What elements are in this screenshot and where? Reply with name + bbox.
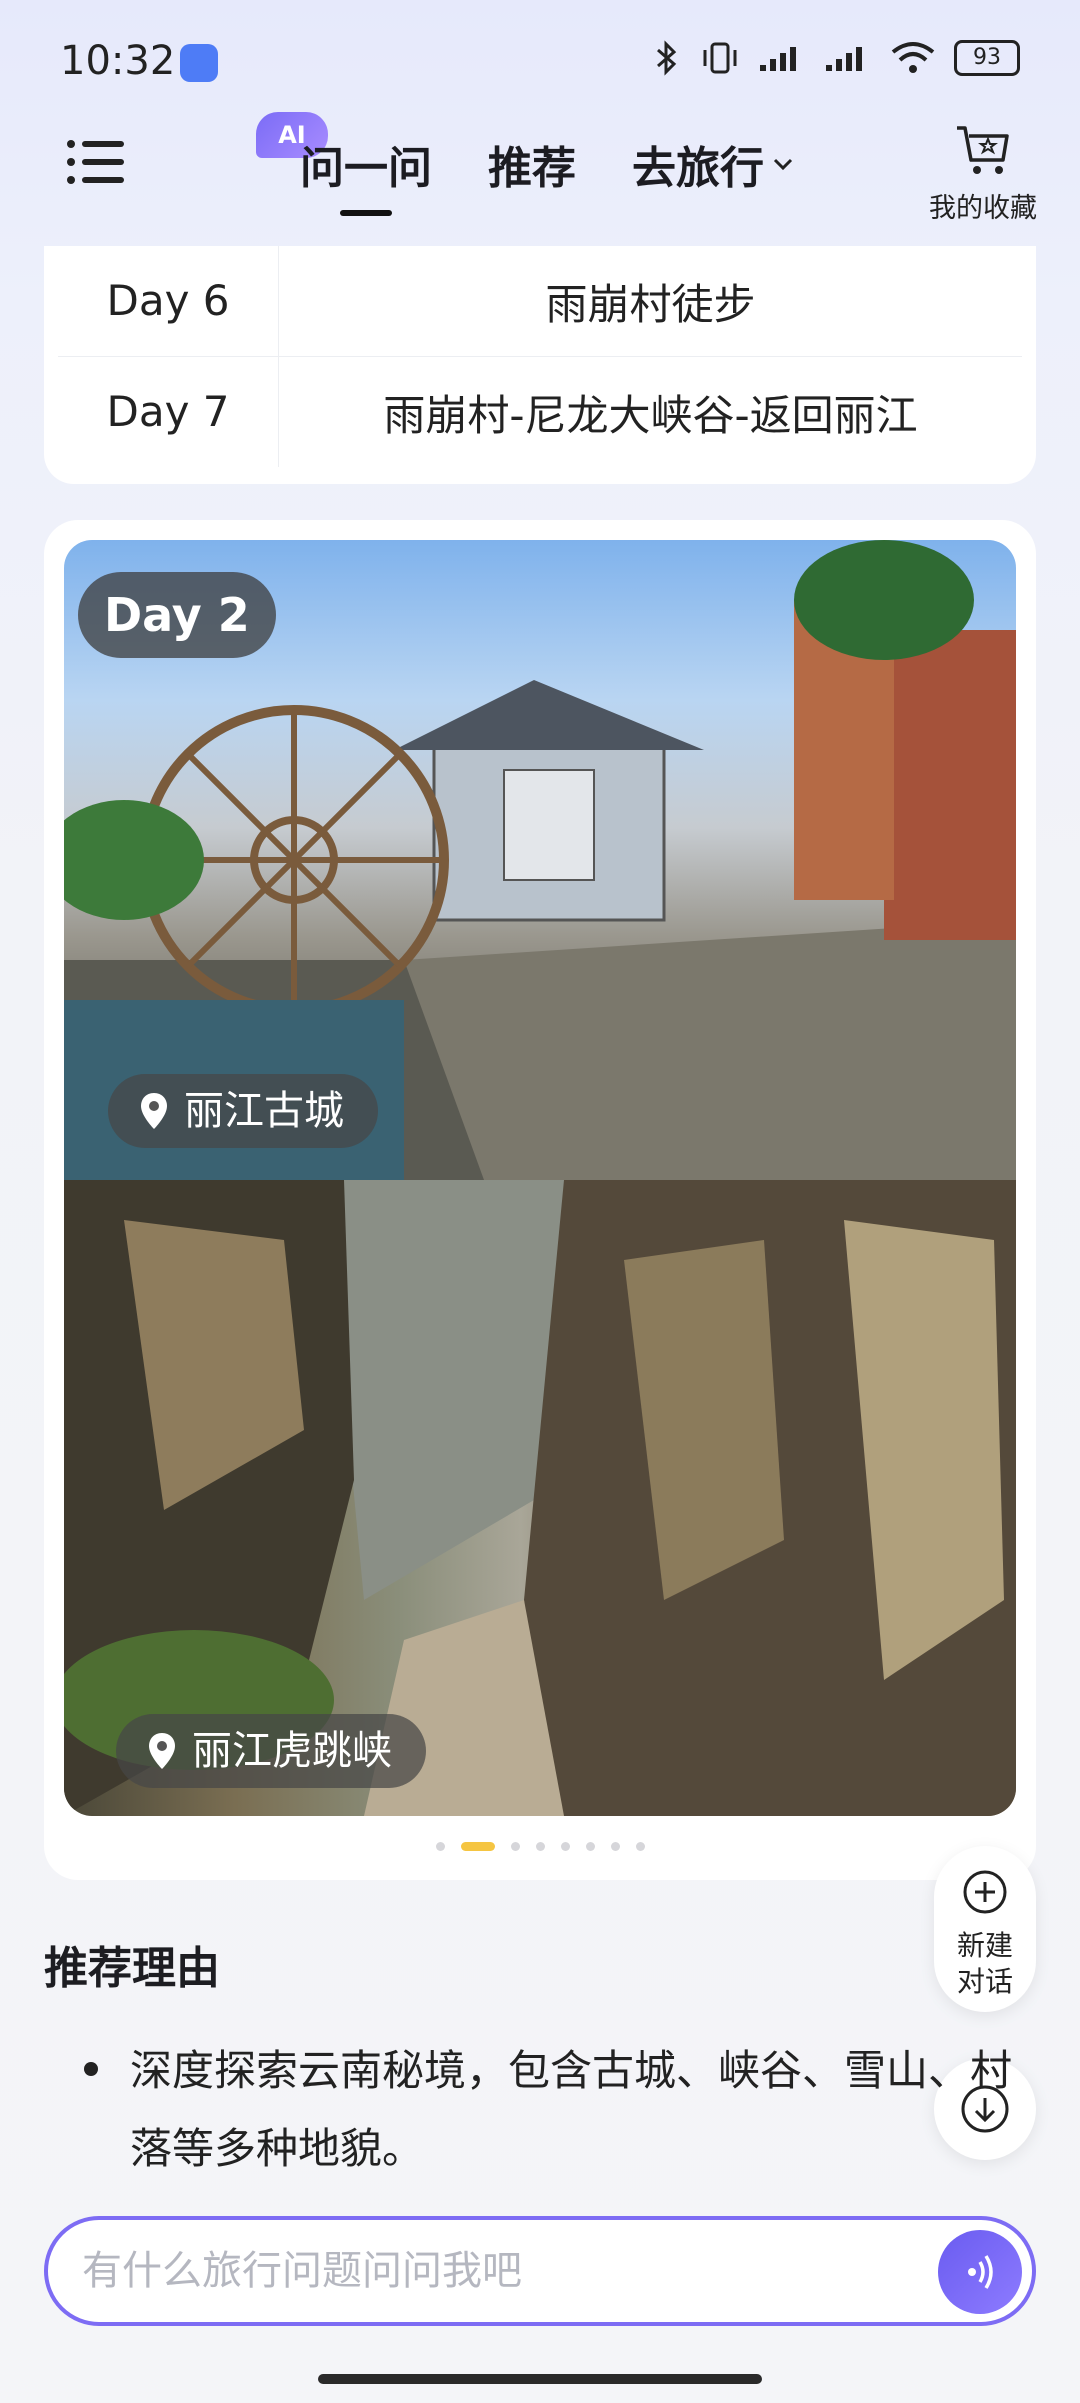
new-chat-label-line2: 对话 [956, 1965, 1013, 1998]
signal-icon [760, 47, 796, 71]
bullet-dot [84, 2062, 98, 2076]
tab-recommend[interactable]: 推荐 [488, 132, 576, 196]
page-dot [535, 1842, 545, 1851]
page-dot [460, 1842, 495, 1851]
plus-circle-icon [963, 1870, 1007, 1914]
voice-wave-icon [968, 2255, 993, 2289]
menu-icon [67, 140, 124, 184]
favorites-label: 我的收藏 [929, 193, 1037, 224]
battery-indicator: 93 [954, 40, 1020, 76]
itinerary-table: Day 6 雨崩村徒步 Day 7 雨崩村-尼龙大峡谷-返回丽江 [44, 246, 1036, 484]
new-chat-label-line1: 新建 [956, 1929, 1013, 1962]
page-dot [635, 1842, 645, 1851]
day-chip: Day 2 [78, 572, 276, 658]
location-chip[interactable]: 丽江古城 [108, 1074, 378, 1148]
location-pin-icon [149, 1733, 175, 1769]
chat-input-bar[interactable]: 有什么旅行问题问问我吧 [44, 2216, 1036, 2326]
tab-recommend-label: 推荐 [488, 143, 576, 194]
recommendation-bullet: 深度探索云南秘境，包含古城、峡谷、雪山、村落等多种地貌。 [130, 2046, 1013, 2173]
bluetooth-icon [657, 40, 677, 76]
page-dot [510, 1842, 520, 1851]
wifi-icon [891, 42, 935, 73]
row-day: Day 7 [58, 357, 279, 467]
row-plan: 雨崩村徒步 [545, 279, 756, 329]
row-day: Day 6 [58, 246, 279, 356]
row-plan: 雨崩村-尼龙大峡谷-返回丽江 [383, 390, 918, 440]
status-time: 10:32 [60, 38, 176, 84]
tab-travel[interactable]: 去旅行 [632, 132, 794, 196]
tab-ask-label: 问一问 [300, 143, 432, 194]
menu-button[interactable] [66, 138, 126, 186]
app-notification-icon [180, 44, 218, 82]
location-label: 丽江虎跳峡 [192, 1728, 392, 1774]
active-tab-indicator [340, 210, 392, 216]
location-pin-icon [141, 1093, 167, 1129]
status-icons: 93 [652, 40, 1020, 76]
cart-star-icon [957, 126, 1009, 174]
top-tabs: 问一问 推荐 去旅行 [300, 132, 794, 216]
tab-travel-label: 去旅行 [632, 143, 764, 194]
chevron-down-icon [773, 158, 793, 171]
table-row: Day 6 雨崩村徒步 [58, 246, 1022, 356]
page-dot [610, 1842, 620, 1851]
table-row: Day 7 雨崩村-尼龙大峡谷-返回丽江 [58, 356, 1022, 467]
page-dot [560, 1842, 570, 1851]
signal-icon [826, 47, 862, 71]
page-dot [585, 1842, 595, 1851]
page-indicator [0, 1842, 1080, 1851]
tab-ask[interactable]: 问一问 [300, 132, 432, 216]
voice-button[interactable] [938, 2230, 1022, 2314]
location-label: 丽江古城 [184, 1088, 344, 1134]
chat-input-placeholder: 有什么旅行问题问问我吧 [82, 2248, 522, 2294]
recommendation-title: 推荐理由 [44, 1943, 220, 1994]
vibrate-icon [703, 42, 737, 74]
day-photo-card[interactable] [44, 520, 1036, 1880]
home-indicator [318, 2374, 762, 2384]
location-chip[interactable]: 丽江虎跳峡 [116, 1714, 426, 1788]
page-dot [435, 1842, 445, 1851]
new-chat-button[interactable]: 新建 对话 [934, 1846, 1036, 2012]
favorites-button[interactable]: 我的收藏 [918, 122, 1048, 225]
